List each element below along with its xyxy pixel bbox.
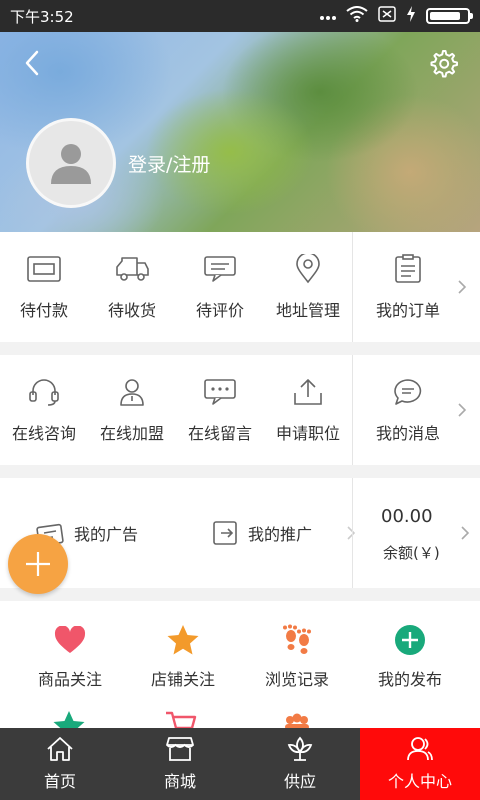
battery-icon [426, 8, 473, 24]
wallet-icon [26, 253, 62, 285]
person-icon [114, 376, 150, 408]
tab-personal-center[interactable]: 个人中心 [360, 728, 480, 800]
settings-button[interactable] [428, 48, 458, 78]
tab-mall-label: 商城 [163, 772, 196, 791]
my-orders-item[interactable]: 我的订单 [352, 232, 477, 342]
online-consult-item[interactable]: 在线咨询 [0, 355, 88, 465]
product-follow-item[interactable]: 商品关注 [10, 624, 130, 690]
no-sim-icon [378, 6, 396, 26]
status-icons [320, 6, 473, 26]
browse-history-label: 浏览记录 [264, 670, 329, 689]
star-icon [166, 624, 200, 656]
pending-receipt-item[interactable]: 待收货 [88, 232, 176, 342]
pending-review-label: 待评价 [195, 301, 244, 320]
avatar[interactable] [26, 118, 116, 208]
online-message-label: 在线留言 [187, 424, 252, 443]
footprint-icon [280, 624, 314, 656]
browse-history-item[interactable]: 浏览记录 [237, 624, 357, 690]
status-time: 下午3:52 [10, 7, 74, 26]
balance-amount: 00.00 [381, 506, 433, 527]
default-avatar-icon [51, 144, 91, 184]
tab-personal-center-label: 个人中心 [387, 772, 452, 791]
chevron-right-icon [458, 280, 467, 294]
chevron-left-icon [25, 50, 39, 76]
login-register-link[interactable]: 登录/注册 [128, 150, 210, 177]
shop-follow-item[interactable]: 店铺关注 [123, 624, 243, 690]
chevron-right-icon [458, 403, 467, 417]
tab-supply-label: 供应 [283, 772, 316, 791]
message-icon [390, 376, 426, 408]
pending-payment-label: 待付款 [19, 301, 68, 320]
user-icon [406, 736, 434, 762]
balance-card[interactable]: 00.00 余额(￥) [352, 478, 480, 588]
orders-section: 待付款 待收货 待评价 地址管理 我的订单 [0, 232, 480, 342]
tab-home-label: 首页 [43, 772, 76, 791]
my-posts-label: 我的发布 [377, 670, 442, 689]
online-consult-label: 在线咨询 [11, 424, 76, 443]
online-franchise-label: 在线加盟 [99, 424, 164, 443]
my-referral-label: 我的推广 [248, 525, 313, 544]
profile-header: 登录/注册 [0, 32, 480, 232]
upload-icon [290, 376, 326, 408]
comment-icon [202, 253, 238, 285]
shop-follow-label: 店铺关注 [150, 670, 215, 689]
apply-job-item[interactable]: 申请职位 [264, 355, 352, 465]
headset-icon [26, 376, 62, 408]
more-dots-icon [320, 7, 336, 25]
product-follow-label: 商品关注 [37, 670, 102, 689]
my-referral-item[interactable]: 我的推广 [212, 520, 312, 546]
services-section: 在线咨询 在线加盟 在线留言 申请职位 我的消息 [0, 355, 480, 465]
my-ads-label: 我的广告 [74, 525, 139, 544]
promotion-section: 我的广告 我的推广 00.00 余额(￥) [0, 478, 480, 588]
share-out-icon [213, 521, 237, 545]
apply-job-label: 申请职位 [275, 424, 340, 443]
pending-receipt-label: 待收货 [107, 301, 156, 320]
my-posts-item[interactable]: 我的发布 [350, 624, 470, 690]
wifi-icon [346, 6, 368, 26]
bottom-tab-bar: 首页 商城 供应 个人中心 [0, 728, 480, 800]
chevron-right-icon [461, 526, 470, 540]
leaf-icon [286, 736, 314, 762]
tab-supply[interactable]: 供应 [240, 728, 360, 800]
location-pin-icon [290, 253, 326, 285]
my-messages-label: 我的消息 [375, 424, 440, 443]
address-management-item[interactable]: 地址管理 [264, 232, 352, 342]
my-orders-label: 我的订单 [375, 301, 440, 320]
battery-level [430, 12, 460, 20]
star-icon [53, 711, 85, 730]
floating-add-button[interactable] [8, 534, 68, 594]
online-franchise-item[interactable]: 在线加盟 [88, 355, 176, 465]
pending-payment-item[interactable]: 待付款 [0, 232, 88, 342]
gear-icon [430, 50, 458, 78]
truck-icon [114, 253, 150, 285]
cart-icon [166, 711, 197, 730]
heart-icon [53, 624, 87, 656]
plus-icon [26, 552, 50, 576]
online-message-item[interactable]: 在线留言 [176, 355, 264, 465]
chat-bubble-icon [202, 376, 238, 408]
charging-icon [406, 6, 416, 26]
address-management-label: 地址管理 [275, 301, 340, 320]
back-button[interactable] [18, 48, 48, 78]
tab-home[interactable]: 首页 [0, 728, 120, 800]
pending-review-item[interactable]: 待评价 [176, 232, 264, 342]
plus-circle-icon [393, 624, 427, 656]
order-list-icon [390, 253, 426, 285]
home-icon [46, 736, 74, 762]
store-icon [166, 736, 194, 762]
balance-label: 余额(￥) [383, 544, 440, 562]
tab-mall[interactable]: 商城 [120, 728, 240, 800]
status-bar: 下午3:52 [0, 0, 480, 32]
my-messages-item[interactable]: 我的消息 [352, 355, 477, 465]
